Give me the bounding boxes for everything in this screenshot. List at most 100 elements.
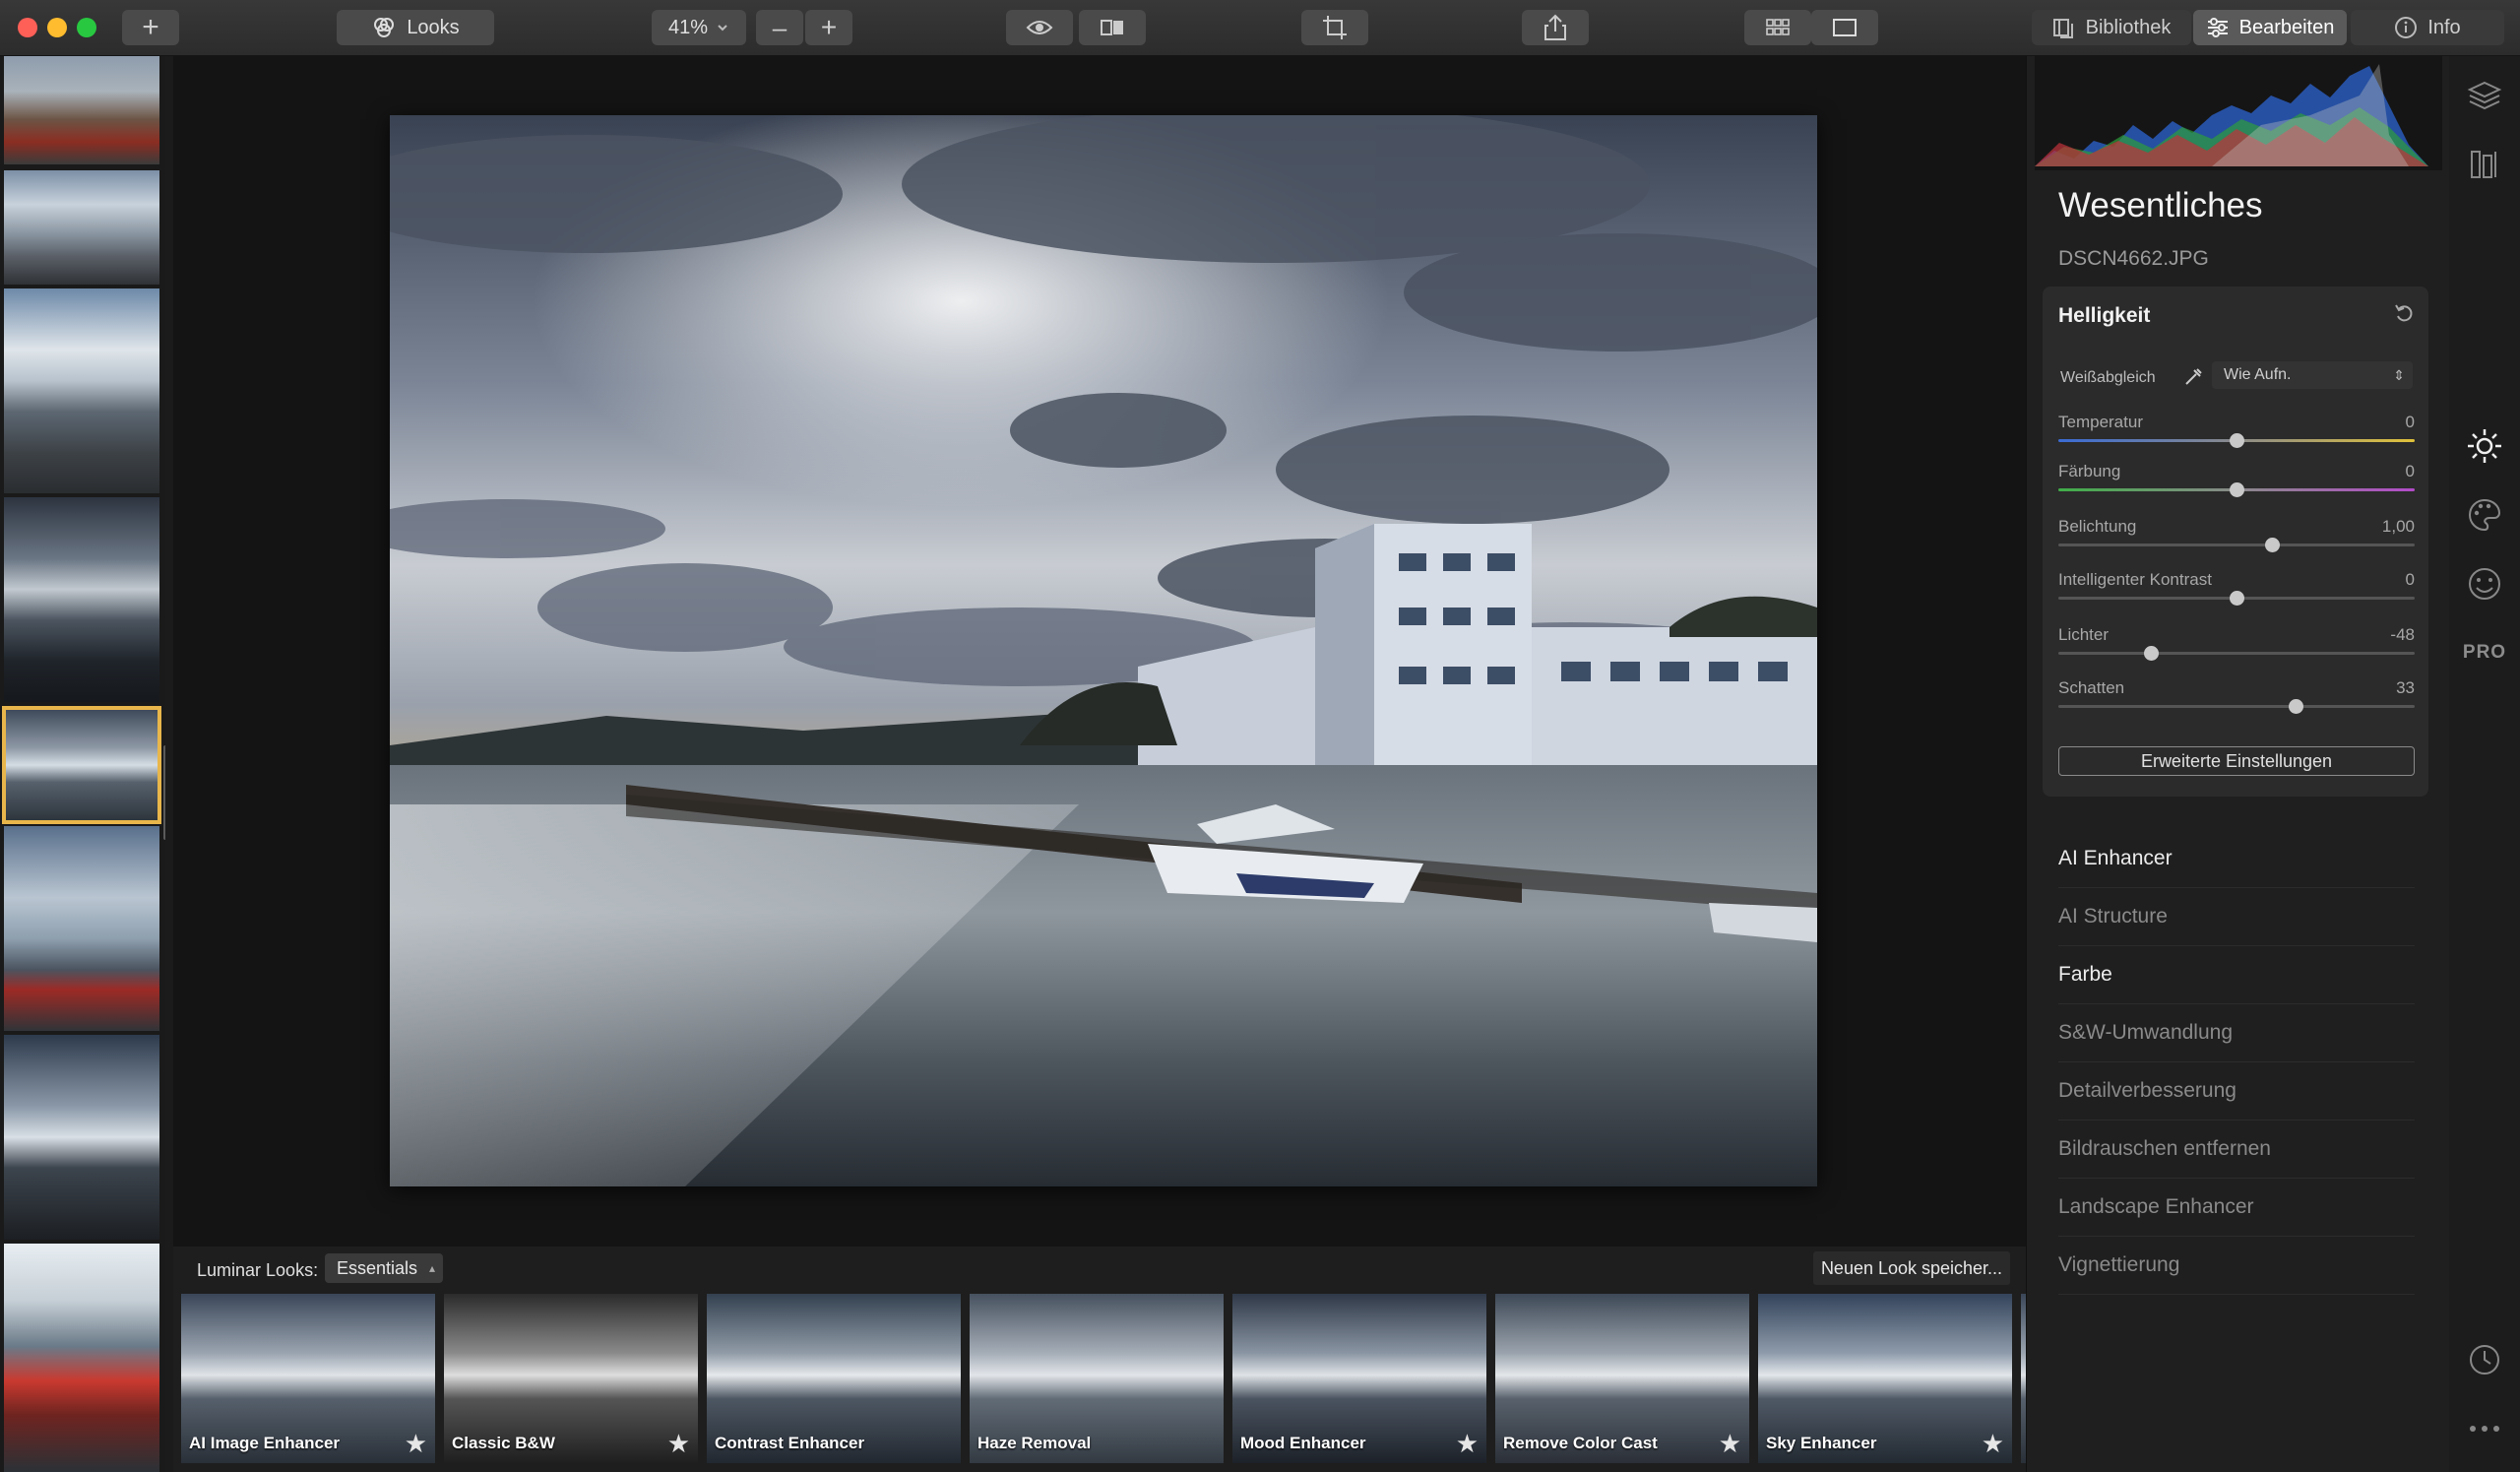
tool-section-bildrauschen-entfernen[interactable]: Bildrauschen entfernen bbox=[2058, 1120, 2415, 1179]
favorite-star-icon[interactable]: ★ bbox=[405, 1429, 427, 1459]
slider-intelligenter-kontrast[interactable]: Intelligenter Kontrast 0 bbox=[2058, 570, 2415, 609]
chevron-down-icon bbox=[718, 25, 727, 32]
slider-lichter[interactable]: Lichter -48 bbox=[2058, 625, 2415, 665]
preview-button[interactable] bbox=[1006, 10, 1073, 45]
plus-icon: + bbox=[142, 11, 159, 43]
essentials-sun-icon[interactable] bbox=[2465, 426, 2504, 466]
look-preset-thumbnail[interactable]: Haze Removal bbox=[970, 1294, 1224, 1463]
favorite-star-icon[interactable]: ★ bbox=[1719, 1429, 1741, 1459]
tool-section-vignettierung[interactable]: Vignettierung bbox=[2058, 1237, 2415, 1295]
add-button[interactable]: + bbox=[122, 10, 179, 45]
look-preset-name: Sky Enhancer bbox=[1766, 1434, 1877, 1452]
filmstrip-thumbnail-selected[interactable] bbox=[2, 706, 161, 824]
look-preset-thumbnail[interactable]: Remove Color Cast ★ bbox=[1495, 1294, 1749, 1463]
look-preset-name: Classic B&W bbox=[452, 1434, 555, 1452]
tab-info[interactable]: Info bbox=[2351, 10, 2504, 45]
creative-palette-icon[interactable] bbox=[2465, 495, 2504, 535]
looks-collection-select[interactable]: Essentials ▴ bbox=[325, 1253, 444, 1283]
portrait-face-icon[interactable] bbox=[2465, 564, 2504, 604]
slider-label: Lichter bbox=[2058, 625, 2110, 644]
favorite-star-icon[interactable]: ★ bbox=[1982, 1429, 2004, 1459]
zoom-level-select[interactable]: 41% bbox=[652, 10, 746, 45]
tool-section-s-w-umwandlung[interactable]: S&W-Umwandlung bbox=[2058, 1004, 2415, 1062]
tool-section-detailverbesserung[interactable]: Detailverbesserung bbox=[2058, 1062, 2415, 1120]
filmstrip-thumbnail[interactable] bbox=[4, 826, 159, 1031]
look-preset-thumbnail[interactable]: Sky Enhancer ★ bbox=[1758, 1294, 2012, 1463]
slider-temperatur[interactable]: Temperatur 0 bbox=[2058, 413, 2415, 452]
slider-track[interactable] bbox=[2058, 544, 2415, 546]
eyedropper-icon[interactable] bbox=[2182, 366, 2204, 388]
save-new-look-button[interactable]: Neuen Look speicher... bbox=[1813, 1251, 2010, 1285]
close-window-button[interactable] bbox=[18, 18, 37, 37]
filmstrip-thumbnail[interactable] bbox=[4, 56, 159, 164]
filmstrip-thumbnail[interactable] bbox=[4, 170, 159, 285]
share-icon bbox=[1544, 14, 1566, 40]
slider-knob[interactable] bbox=[2230, 591, 2244, 606]
looks-collection-value: Essentials bbox=[337, 1258, 418, 1278]
slider-färbung[interactable]: Färbung 0 bbox=[2058, 462, 2415, 501]
tab-bearbeiten[interactable]: Bearbeiten bbox=[2193, 10, 2347, 45]
looks-bar-label: Luminar Looks: bbox=[197, 1260, 319, 1280]
zoom-out-button[interactable]: – bbox=[756, 10, 803, 45]
favorite-star-icon[interactable]: ★ bbox=[1456, 1429, 1479, 1459]
tab-bibliothek[interactable]: Bibliothek bbox=[2032, 10, 2191, 45]
tool-section-ai-structure[interactable]: AI Structure bbox=[2058, 888, 2415, 946]
slider-knob[interactable] bbox=[2265, 538, 2281, 552]
zoom-in-button[interactable]: + bbox=[805, 10, 852, 45]
tool-section-landscape-enhancer[interactable]: Landscape Enhancer bbox=[2058, 1179, 2415, 1237]
white-balance-label: Weißabgleich bbox=[2060, 369, 2156, 386]
history-clock-icon[interactable] bbox=[2465, 1340, 2504, 1379]
crop-button[interactable] bbox=[1301, 10, 1368, 45]
slider-schatten[interactable]: Schatten 33 bbox=[2058, 678, 2415, 718]
slider-knob[interactable] bbox=[2288, 699, 2303, 714]
white-balance-select[interactable]: Wie Aufn. ⇕ bbox=[2212, 361, 2413, 389]
share-button[interactable] bbox=[1522, 10, 1589, 45]
favorite-star-icon[interactable]: ★ bbox=[667, 1429, 690, 1459]
zoom-window-button[interactable] bbox=[77, 18, 96, 37]
advanced-settings-button[interactable]: Erweiterte Einstellungen bbox=[2058, 746, 2415, 776]
title-bar: + Looks 41% – + Bibliothek Bearbeiten In… bbox=[0, 0, 2520, 56]
looks-button[interactable]: Looks bbox=[337, 10, 494, 45]
slider-knob[interactable] bbox=[2144, 646, 2160, 661]
plus-icon: + bbox=[820, 12, 838, 42]
slider-value: 33 bbox=[2396, 678, 2415, 697]
compare-button[interactable] bbox=[1079, 10, 1146, 45]
reset-icon[interactable] bbox=[2393, 302, 2415, 324]
slider-knob[interactable] bbox=[2230, 433, 2244, 448]
look-preset-name: Contrast Enhancer bbox=[715, 1434, 865, 1452]
look-preset-thumbnail[interactable]: Classic B&W ★ bbox=[444, 1294, 698, 1463]
filmstrip-thumbnail[interactable] bbox=[4, 288, 159, 493]
looks-label: Looks bbox=[407, 16, 460, 38]
edit-panel: Wesentliches DSCN4662.JPG Helligkeit Wei… bbox=[2026, 56, 2450, 1472]
tool-section-farbe[interactable]: Farbe bbox=[2058, 946, 2415, 1004]
look-preset-thumbnail[interactable]: Contrast Enhancer bbox=[707, 1294, 961, 1463]
minimize-window-button[interactable] bbox=[47, 18, 67, 37]
edited-photo[interactable] bbox=[390, 115, 1817, 1186]
filmstrip-thumbnail[interactable] bbox=[4, 497, 159, 702]
slider-track[interactable] bbox=[2058, 705, 2415, 708]
filmstrip-scrollbar[interactable] bbox=[163, 745, 165, 840]
slider-knob[interactable] bbox=[2230, 482, 2244, 497]
chevron-updown-icon: ⇕ bbox=[2393, 367, 2405, 383]
white-balance-value: Wie Aufn. bbox=[2224, 366, 2292, 383]
split-view-icon bbox=[1101, 20, 1123, 35]
slider-label: Temperatur bbox=[2058, 413, 2143, 431]
minus-icon: – bbox=[772, 12, 788, 42]
canvas-tools-icon[interactable] bbox=[2465, 145, 2504, 184]
slider-belichtung[interactable]: Belichtung 1,00 bbox=[2058, 517, 2415, 556]
more-options-icon[interactable] bbox=[2465, 1409, 2504, 1448]
info-icon bbox=[2395, 17, 2418, 38]
tool-section-ai-enhancer[interactable]: AI Enhancer bbox=[2058, 830, 2415, 888]
filmstrip-thumbnail[interactable] bbox=[4, 1244, 159, 1472]
pro-tools-button[interactable]: PRO bbox=[2463, 633, 2505, 672]
look-preset-thumbnail[interactable]: AI Image Enhancer ★ bbox=[181, 1294, 435, 1463]
look-preset-thumbnail[interactable]: Mood Enhancer ★ bbox=[1232, 1294, 1486, 1463]
tool-card-title: Helligkeit bbox=[2058, 304, 2151, 327]
slider-track[interactable] bbox=[2058, 652, 2415, 655]
look-preset-name: AI Image Enhancer bbox=[189, 1434, 341, 1452]
looks-icon bbox=[374, 18, 395, 37]
filmstrip-thumbnail[interactable] bbox=[4, 1035, 159, 1240]
layers-icon[interactable] bbox=[2465, 76, 2504, 115]
single-view-button[interactable] bbox=[1811, 10, 1878, 45]
grid-view-button[interactable] bbox=[1744, 10, 1811, 45]
